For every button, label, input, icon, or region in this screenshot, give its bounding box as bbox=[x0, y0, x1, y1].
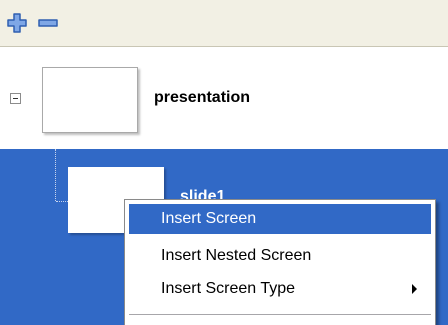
screen-toolbar bbox=[0, 0, 448, 47]
plus-icon bbox=[7, 13, 27, 33]
menu-item-label: Insert Screen bbox=[161, 210, 257, 227]
presentation-label[interactable]: presentation bbox=[154, 89, 250, 107]
minus-icon bbox=[38, 19, 58, 27]
tree-connector-line bbox=[56, 201, 68, 202]
submenu-arrow-icon bbox=[412, 284, 417, 294]
collapse-expander-icon[interactable] bbox=[10, 93, 21, 104]
context-menu: Insert Screen Insert Nested Screen Inser… bbox=[124, 199, 436, 325]
menu-separator bbox=[129, 314, 431, 315]
menu-item-insert-nested-screen[interactable]: Insert Nested Screen bbox=[129, 241, 431, 271]
menu-item-label: Insert Nested Screen bbox=[161, 247, 312, 264]
add-screen-button[interactable] bbox=[5, 12, 29, 34]
menu-item-label: Insert Screen Type bbox=[161, 280, 295, 297]
menu-item-insert-screen-type[interactable]: Insert Screen Type bbox=[129, 274, 431, 304]
tree-connector-line bbox=[55, 149, 56, 201]
menu-item-insert-screen[interactable]: Insert Screen bbox=[129, 204, 431, 234]
remove-screen-button[interactable] bbox=[36, 12, 60, 34]
presentation-thumbnail[interactable] bbox=[42, 67, 138, 133]
